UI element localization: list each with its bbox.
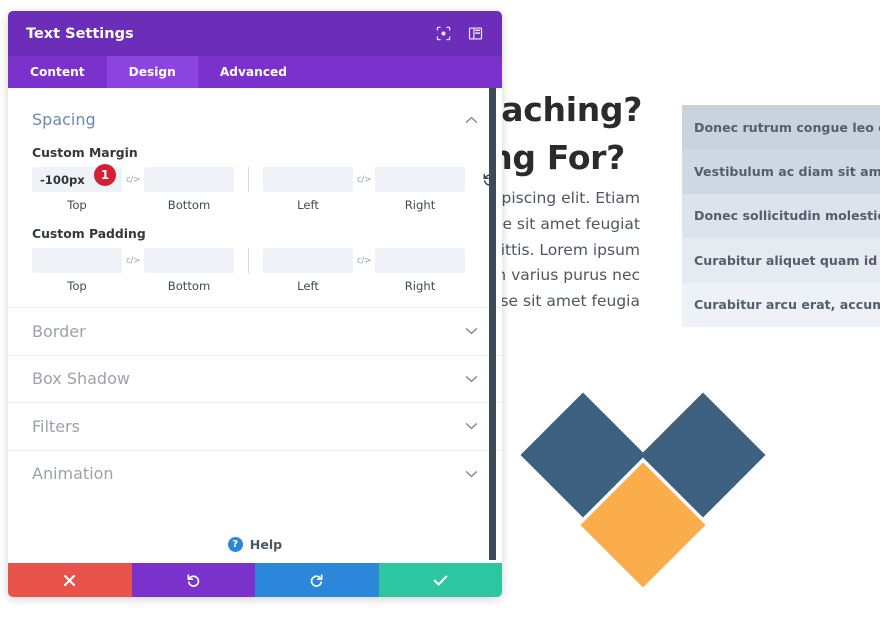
text-settings-modal: Text Settings Content Design Advanced Sp…: [8, 11, 502, 597]
custom-padding-label: Custom Padding: [32, 226, 146, 241]
responsive-device-icon[interactable]: [501, 167, 502, 192]
padding-left-cell: Left: [263, 248, 353, 293]
chevron-up-icon[interactable]: [465, 114, 478, 126]
step-badge-1: 1: [94, 164, 116, 186]
link-values-icon[interactable]: c/>: [353, 248, 375, 273]
blurb-list: Donec rutrum congue leo eget mal Vestibu…: [682, 105, 880, 327]
link-values-icon[interactable]: c/>: [353, 167, 375, 192]
undo-button[interactable]: [131, 563, 255, 597]
margin-bottom-cell: Bottom: [144, 167, 234, 212]
margin-top-cell: -100px 1 Top: [32, 164, 122, 212]
focus-icon[interactable]: [430, 21, 456, 47]
close-button[interactable]: [8, 563, 132, 597]
help-label: Help: [249, 537, 283, 552]
modal-scrollbar[interactable]: [489, 88, 499, 563]
list-item: Curabitur aliquet quam id dui posu: [682, 238, 880, 283]
margin-left-right-pair: Left c/> Right: [263, 167, 465, 212]
margin-right-cell: Right: [375, 167, 465, 212]
section-animation-label: Animation: [32, 464, 114, 484]
section-filters-label: Filters: [32, 416, 80, 436]
list-item: Curabitur arcu erat, accumsan id i: [682, 282, 880, 327]
tab-design[interactable]: Design: [106, 56, 198, 88]
save-button[interactable]: [378, 563, 502, 597]
spacing-group: Spacing Custom Margin -100px 1 Top c/> B…: [8, 88, 502, 293]
section-box-shadow[interactable]: Box Shadow: [8, 354, 502, 403]
margin-bottom-input[interactable]: [144, 167, 234, 192]
link-values-icon[interactable]: c/>: [122, 167, 144, 192]
checkmark-icon: [433, 574, 448, 587]
modal-header: Text Settings: [8, 11, 502, 56]
padding-top-cell: Top: [32, 248, 122, 293]
padding-left-sublabel: Left: [297, 279, 319, 293]
padding-right-sublabel: Right: [404, 279, 436, 293]
margin-top-bottom-pair: -100px 1 Top c/> Bottom: [32, 164, 234, 212]
redo-arrow-icon: [309, 573, 324, 588]
margin-bottom-sublabel: Bottom: [167, 198, 211, 212]
responsive-device-icon[interactable]: [501, 248, 502, 273]
margin-right-input[interactable]: [375, 167, 465, 192]
redo-button[interactable]: [255, 563, 379, 597]
list-item: Donec sollicitudin molestie malesu: [682, 193, 880, 239]
divider: [248, 248, 249, 273]
tab-advanced[interactable]: Advanced: [198, 56, 309, 88]
modal-footer: [8, 563, 502, 597]
chevron-down-icon[interactable]: [465, 373, 478, 385]
custom-margin-row: -100px 1 Top c/> Bottom Left c/> Right: [32, 164, 495, 212]
divider: [248, 167, 249, 192]
list-item: Donec rutrum congue leo eget mal: [682, 105, 880, 150]
padding-top-input[interactable]: [32, 248, 122, 273]
close-x-icon: [63, 574, 76, 587]
link-values-icon[interactable]: c/>: [122, 248, 144, 273]
margin-top-sublabel: Top: [67, 198, 87, 212]
padding-bottom-input[interactable]: [144, 248, 234, 273]
chevron-down-icon[interactable]: [465, 468, 478, 480]
margin-left-sublabel: Left: [297, 198, 319, 212]
padding-right-cell: Right: [375, 248, 465, 293]
diamond-heart-logo: [520, 392, 790, 607]
padding-left-right-pair: Left c/> Right: [263, 248, 465, 293]
tab-content[interactable]: Content: [8, 56, 107, 88]
chevron-down-icon[interactable]: [465, 420, 478, 432]
section-border-label: Border: [32, 321, 86, 341]
modal-title: Text Settings: [26, 25, 134, 42]
section-box-shadow-label: Box Shadow: [32, 369, 130, 389]
padding-left-input[interactable]: [263, 248, 353, 273]
padding-right-input[interactable]: [375, 248, 465, 273]
help-question-icon: ?: [227, 537, 243, 552]
undo-arrow-icon: [186, 573, 201, 588]
padding-bottom-cell: Bottom: [144, 248, 234, 293]
list-item: Vestibulum ac diam sit amet quam: [682, 149, 880, 194]
spacing-group-title: Spacing: [32, 110, 96, 129]
section-filters[interactable]: Filters: [8, 402, 502, 450]
padding-bottom-sublabel: Bottom: [167, 279, 211, 293]
padding-top-bottom-pair: Top c/> Bottom: [32, 248, 234, 293]
section-animation[interactable]: Animation: [8, 449, 502, 498]
margin-left-input[interactable]: [263, 167, 353, 192]
margin-left-cell: Left: [263, 167, 353, 212]
chevron-down-icon[interactable]: [465, 325, 478, 337]
section-border[interactable]: Border: [8, 307, 502, 355]
margin-right-sublabel: Right: [404, 198, 436, 212]
layout-panel-icon[interactable]: [462, 21, 488, 47]
padding-top-sublabel: Top: [67, 279, 87, 293]
help-link[interactable]: ? Help: [8, 537, 502, 552]
custom-margin-label: Custom Margin: [32, 145, 138, 160]
modal-tab-bar: Content Design Advanced: [8, 56, 502, 88]
spacing-group-header[interactable]: Spacing: [32, 110, 478, 129]
scrollbar-thumb[interactable]: [489, 88, 496, 560]
custom-padding-row: Top c/> Bottom Left c/> Right: [32, 248, 478, 293]
modal-body: Spacing Custom Margin -100px 1 Top c/> B…: [8, 88, 502, 563]
